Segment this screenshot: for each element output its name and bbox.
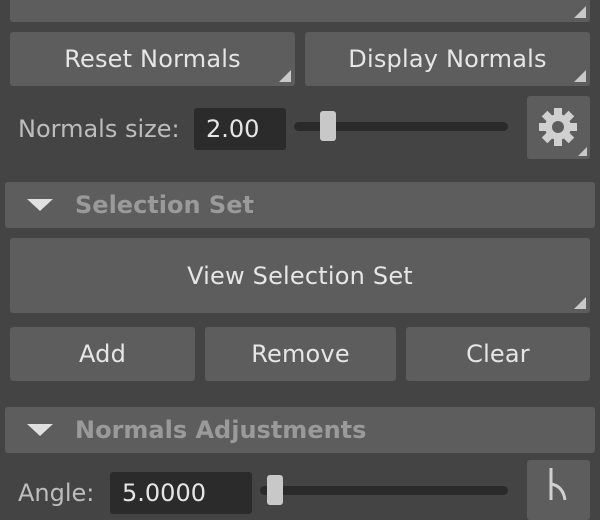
normals-adjustments-title: Normals Adjustments [75,416,367,444]
normals-size-value: 2.00 [206,115,260,143]
remove-button[interactable]: Remove [205,327,396,381]
display-normals-label: Display Normals [348,45,547,73]
selection-set-header[interactable]: Selection Set [5,182,595,228]
add-button[interactable]: Add [10,327,195,381]
view-selection-set-label: View Selection Set [187,261,413,290]
selection-set-title: Selection Set [75,191,254,219]
corner-menu-indicator-icon [578,147,587,156]
reset-normals-button[interactable]: Reset Normals [10,32,295,86]
clear-button[interactable]: Clear [406,327,590,381]
angle-label: Angle: [18,479,95,507]
corner-menu-indicator-icon [279,70,291,82]
angle-field[interactable]: 5.0000 [110,472,252,514]
normals-size-label: Normals size: [18,115,180,143]
triangle-down-icon [27,199,53,211]
corner-menu-indicator-icon [574,297,586,309]
view-selection-set-button[interactable]: View Selection Set [10,238,590,313]
clear-label: Clear [466,340,530,368]
top-partial-button[interactable] [10,0,590,22]
angle-slider-track[interactable] [260,486,508,495]
add-label: Add [78,340,127,368]
normals-size-slider-handle[interactable] [319,111,336,141]
corner-menu-indicator-icon [574,6,586,18]
settings-button[interactable] [527,96,590,159]
normals-adjustments-header[interactable]: Normals Adjustments [5,407,595,453]
remove-label: Remove [251,340,350,368]
reset-normals-label: Reset Normals [64,45,241,73]
normals-size-field[interactable]: 2.00 [194,108,286,150]
display-normals-button[interactable]: Display Normals [305,32,590,86]
corner-menu-indicator-icon [574,70,586,82]
angle-value: 5.0000 [122,479,206,507]
triangle-down-icon [27,424,53,436]
angle-tool-button[interactable] [527,460,590,520]
angle-icon [549,468,567,500]
angle-slider-handle[interactable] [266,475,283,505]
